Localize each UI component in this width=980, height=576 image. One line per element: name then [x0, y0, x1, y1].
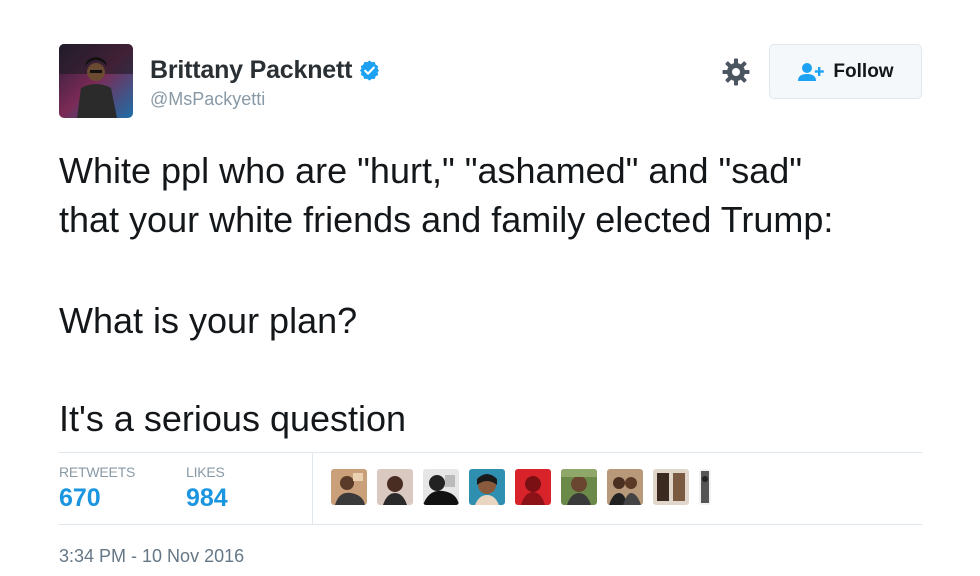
liker-avatar[interactable] — [561, 469, 597, 505]
author-avatar[interactable] — [59, 44, 133, 118]
tweet-line: that your white friends and family elect… — [59, 199, 834, 240]
liker-avatar[interactable] — [699, 469, 711, 505]
likes-count[interactable]: 984 — [186, 484, 228, 513]
tweet-line: It's a serious question — [59, 398, 407, 439]
stats-separator — [312, 453, 313, 524]
likes-label: LIKES — [186, 464, 225, 480]
likes-stat[interactable]: LIKES 984 — [186, 464, 228, 513]
retweets-label: RETWEETS — [59, 464, 136, 480]
tweet-timestamp[interactable]: 3:34 PM - 10 Nov 2016 — [59, 546, 244, 567]
follow-person-plus-icon — [797, 62, 825, 82]
liker-avatar[interactable] — [469, 469, 505, 505]
follow-button-label: Follow — [833, 60, 894, 82]
follow-button[interactable]: Follow — [769, 44, 922, 99]
tweet-line: What is your plan? — [59, 300, 358, 341]
divider-bottom — [59, 524, 922, 525]
tweet-line: White ppl who are "hurt," "ashamed" and … — [59, 150, 803, 191]
divider-top — [59, 452, 922, 453]
author-name-row: Brittany Packnett — [150, 55, 381, 85]
liker-avatars — [331, 469, 711, 505]
verified-badge-icon — [358, 59, 381, 82]
liker-avatar[interactable] — [607, 469, 643, 505]
liker-avatar[interactable] — [331, 469, 367, 505]
gear-icon[interactable] — [721, 57, 751, 87]
liker-avatar[interactable] — [377, 469, 413, 505]
liker-avatar[interactable] — [515, 469, 551, 505]
liker-avatar[interactable] — [423, 469, 459, 505]
retweets-count[interactable]: 670 — [59, 484, 135, 513]
retweets-stat[interactable]: RETWEETS 670 — [59, 464, 135, 513]
author-handle[interactable]: @MsPackyetti — [150, 89, 265, 110]
tweet-text: White ppl who are "hurt," "ashamed" and … — [59, 146, 949, 443]
tweet-card: Brittany Packnett @MsPackyetti Follow Wh… — [0, 0, 980, 576]
liker-avatar[interactable] — [653, 469, 689, 505]
author-display-name[interactable]: Brittany Packnett — [150, 56, 352, 85]
